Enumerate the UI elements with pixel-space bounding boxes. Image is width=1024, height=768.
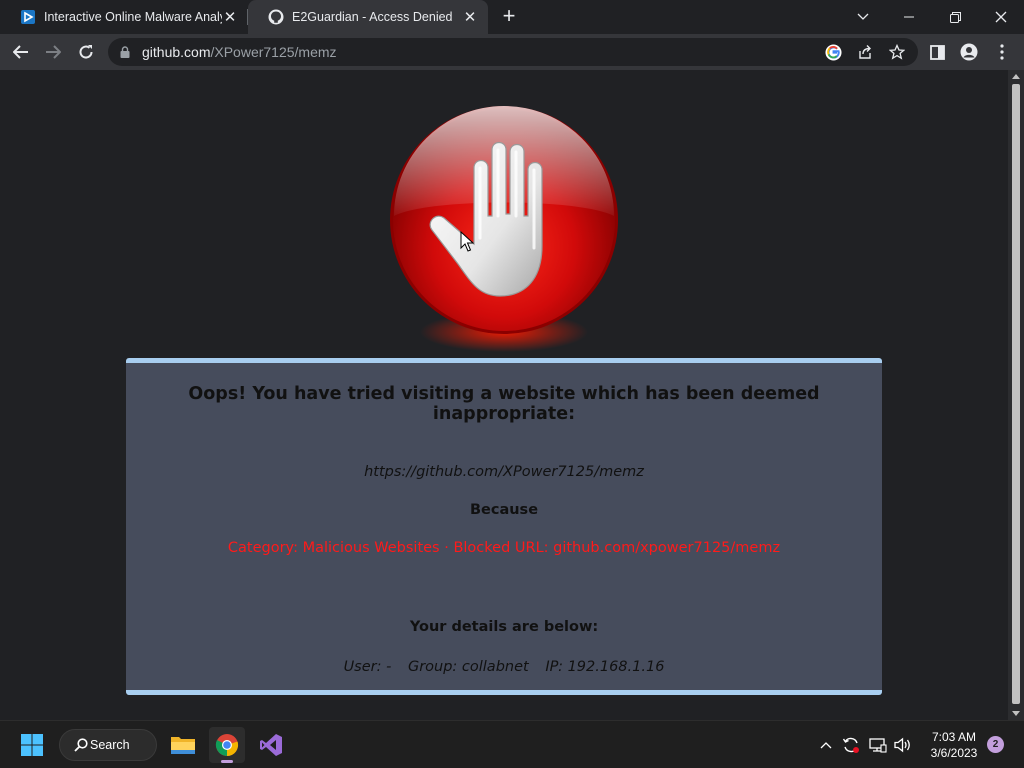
profile-button[interactable] <box>959 42 979 62</box>
active-indicator <box>221 760 233 763</box>
more-vertical-icon <box>1000 44 1004 60</box>
windows-taskbar: Search 7:03 AM 3/6/2023 2 <box>0 720 1024 768</box>
tab-anyrun[interactable]: Interactive Online Malware Analy ✕ <box>0 0 248 34</box>
scroll-up-arrow[interactable] <box>1012 74 1020 79</box>
volume-button[interactable] <box>893 735 913 755</box>
stop-hand-icon <box>390 106 618 352</box>
reload-icon <box>79 45 93 59</box>
page-scrollbar[interactable] <box>1008 70 1024 720</box>
bookmark-button[interactable] <box>888 43 906 61</box>
clock-date: 3/6/2023 <box>930 746 978 760</box>
show-hidden-icons-button[interactable] <box>816 735 836 755</box>
chrome-icon <box>215 734 239 757</box>
user-field: User: - <box>343 659 392 675</box>
ip-field: IP: 192.168.1.16 <box>545 659 665 675</box>
notification-badge[interactable]: 2 <box>987 736 1004 753</box>
address-bar[interactable]: github.com/XPower7125/memz <box>108 38 918 66</box>
details-heading: Your details are below: <box>409 619 599 635</box>
sync-icon <box>842 737 859 753</box>
new-tab-button[interactable]: + <box>498 5 520 28</box>
because-label: Because <box>469 502 539 518</box>
close-icon <box>995 11 1007 23</box>
arrow-left-icon <box>13 45 28 59</box>
google-icon <box>824 43 842 61</box>
anyrun-icon <box>21 10 35 24</box>
google-lens-button[interactable] <box>824 43 842 61</box>
blocked-url-text: https://github.com/XPower7125/memz <box>364 464 644 480</box>
chevron-down-icon <box>857 13 869 20</box>
star-icon <box>889 44 905 60</box>
tab-search-button[interactable] <box>840 0 886 34</box>
share-button[interactable] <box>856 43 874 61</box>
search-icon <box>74 738 88 752</box>
taskbar-search[interactable]: Search <box>59 729 157 761</box>
arrow-right-icon <box>46 45 61 59</box>
forward-button[interactable] <box>40 39 66 65</box>
page-viewport: Oops! You have tried visiting a website … <box>0 70 1008 720</box>
mouse-cursor-icon <box>460 231 474 252</box>
search-label: Search <box>90 738 130 752</box>
side-panel-icon <box>929 44 945 60</box>
back-button[interactable] <box>8 39 34 65</box>
restore-button[interactable] <box>932 0 978 34</box>
visual-studio-button[interactable] <box>253 727 289 763</box>
lock-icon[interactable] <box>120 46 130 58</box>
url-text[interactable]: github.com/XPower7125/memz <box>142 44 337 60</box>
menu-button[interactable] <box>992 42 1012 62</box>
close-icon[interactable]: ✕ <box>462 9 478 26</box>
network-icon <box>869 738 887 753</box>
scroll-down-arrow[interactable] <box>1012 711 1020 716</box>
file-explorer-button[interactable] <box>165 727 201 763</box>
close-icon[interactable]: ✕ <box>222 9 238 26</box>
block-reason-text: Category: Malicious Websites · Blocked U… <box>227 540 781 556</box>
page-title: Oops! You have tried visiting a website … <box>188 384 820 424</box>
tab-title: E2Guardian - Access Denied <box>292 10 453 24</box>
clock-time: 7:03 AM <box>931 730 977 744</box>
side-panel-button[interactable] <box>927 42 947 62</box>
chevron-up-icon <box>820 742 832 749</box>
profile-icon <box>960 43 978 61</box>
user-details: User: - Group: collabnet IP: 192.168.1.1… <box>126 659 882 675</box>
clock[interactable]: 7:03 AM 3/6/2023 <box>920 729 988 761</box>
minimize-icon <box>904 16 914 18</box>
network-button[interactable] <box>868 735 888 755</box>
browser-toolbar: github.com/XPower7125/memz <box>0 34 1024 70</box>
sync-status-button[interactable] <box>841 735 861 755</box>
visual-studio-icon <box>260 734 282 756</box>
github-icon <box>268 9 284 25</box>
start-button[interactable] <box>14 727 50 763</box>
restore-icon <box>949 11 961 23</box>
tab-strip: Interactive Online Malware Analy ✕ E2Gua… <box>0 0 1024 34</box>
minimize-button[interactable] <box>886 0 932 34</box>
close-window-button[interactable] <box>978 0 1024 34</box>
chrome-taskbar-button[interactable] <box>209 727 245 763</box>
group-field: Group: collabnet <box>407 659 529 675</box>
windows-icon <box>21 734 43 756</box>
tab-e2guardian[interactable]: E2Guardian - Access Denied ✕ <box>248 0 488 34</box>
reload-button[interactable] <box>73 39 99 65</box>
tab-title: Interactive Online Malware Analy <box>44 10 222 24</box>
share-icon <box>859 45 871 59</box>
access-denied-panel: Oops! You have tried visiting a website … <box>126 358 882 695</box>
folder-icon <box>171 737 195 754</box>
speaker-icon <box>894 737 910 753</box>
scroll-thumb[interactable] <box>1012 84 1020 704</box>
